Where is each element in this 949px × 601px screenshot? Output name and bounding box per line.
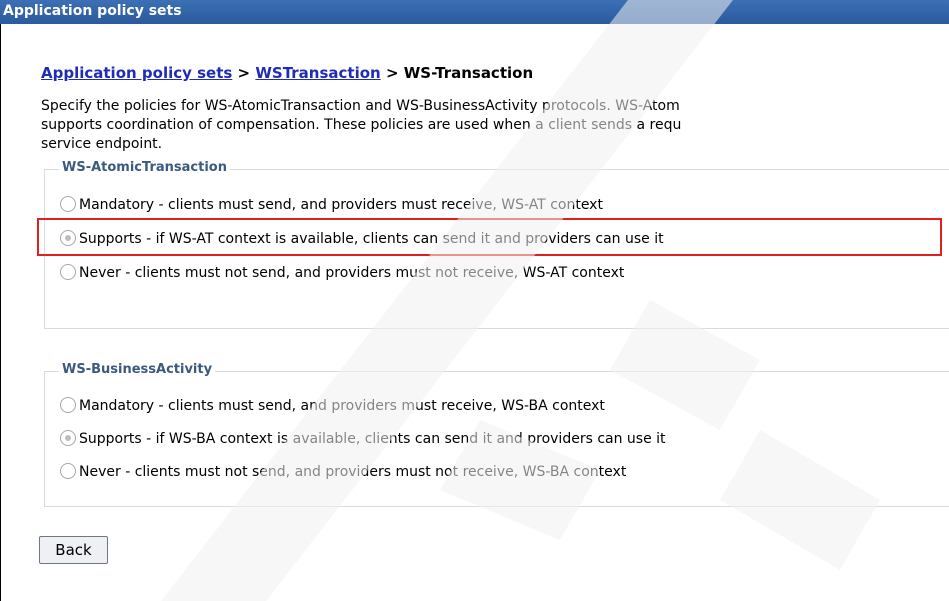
ws-atomic-transaction-legend: WS-AtomicTransaction <box>59 160 230 175</box>
description-line: service endpoint. <box>41 136 163 152</box>
ba-option-mandatory[interactable]: Mandatory - clients must send, and provi… <box>60 395 605 417</box>
at-supports-label: Supports - if WS-AT context is available… <box>79 231 664 247</box>
breadcrumb-link-wstransaction[interactable]: WSTransaction <box>255 64 380 82</box>
page-description: Specify the policies for WS-AtomicTransa… <box>41 97 949 154</box>
breadcrumb-current: WS-Transaction <box>403 64 534 82</box>
description-line: Specify the policies for WS-AtomicTransa… <box>41 98 680 114</box>
at-never-label: Never - clients must not send, and provi… <box>79 265 625 281</box>
ba-never-radio[interactable] <box>60 463 76 479</box>
breadcrumb: Application policy sets > WSTransaction … <box>41 64 533 82</box>
ba-mandatory-label: Mandatory - clients must send, and provi… <box>79 398 605 414</box>
at-option-never[interactable]: Never - clients must not send, and provi… <box>60 262 624 284</box>
ba-option-supports[interactable]: Supports - if WS-BA context is available… <box>60 428 666 450</box>
at-mandatory-label: Mandatory - clients must send, and provi… <box>79 197 603 213</box>
ba-never-label: Never - clients must not send, and provi… <box>79 464 627 480</box>
description-line: supports coordination of compensation. T… <box>41 117 682 133</box>
at-option-supports[interactable]: Supports - if WS-AT context is available… <box>60 228 664 250</box>
window-title: Application policy sets <box>0 0 949 24</box>
at-supports-radio[interactable] <box>60 230 76 246</box>
ws-business-activity-legend: WS-BusinessActivity <box>59 362 216 377</box>
ba-mandatory-radio[interactable] <box>60 397 76 413</box>
breadcrumb-separator: > <box>380 64 404 82</box>
breadcrumb-separator: > <box>232 64 256 82</box>
at-option-mandatory[interactable]: Mandatory - clients must send, and provi… <box>60 194 603 216</box>
ba-supports-radio[interactable] <box>60 430 76 446</box>
breadcrumb-link-application-policy-sets[interactable]: Application policy sets <box>41 64 232 82</box>
ws-atomic-transaction-group: WS-AtomicTransaction Mandatory - clients… <box>44 160 949 329</box>
at-never-radio[interactable] <box>60 264 76 280</box>
ba-supports-label: Supports - if WS-BA context is available… <box>79 431 666 447</box>
ws-business-activity-group: WS-BusinessActivity Mandatory - clients … <box>44 362 949 507</box>
main-content: Application policy sets > WSTransaction … <box>0 24 949 601</box>
at-mandatory-radio[interactable] <box>60 196 76 212</box>
ba-option-never[interactable]: Never - clients must not send, and provi… <box>60 461 626 483</box>
back-button[interactable]: Back <box>39 536 108 564</box>
